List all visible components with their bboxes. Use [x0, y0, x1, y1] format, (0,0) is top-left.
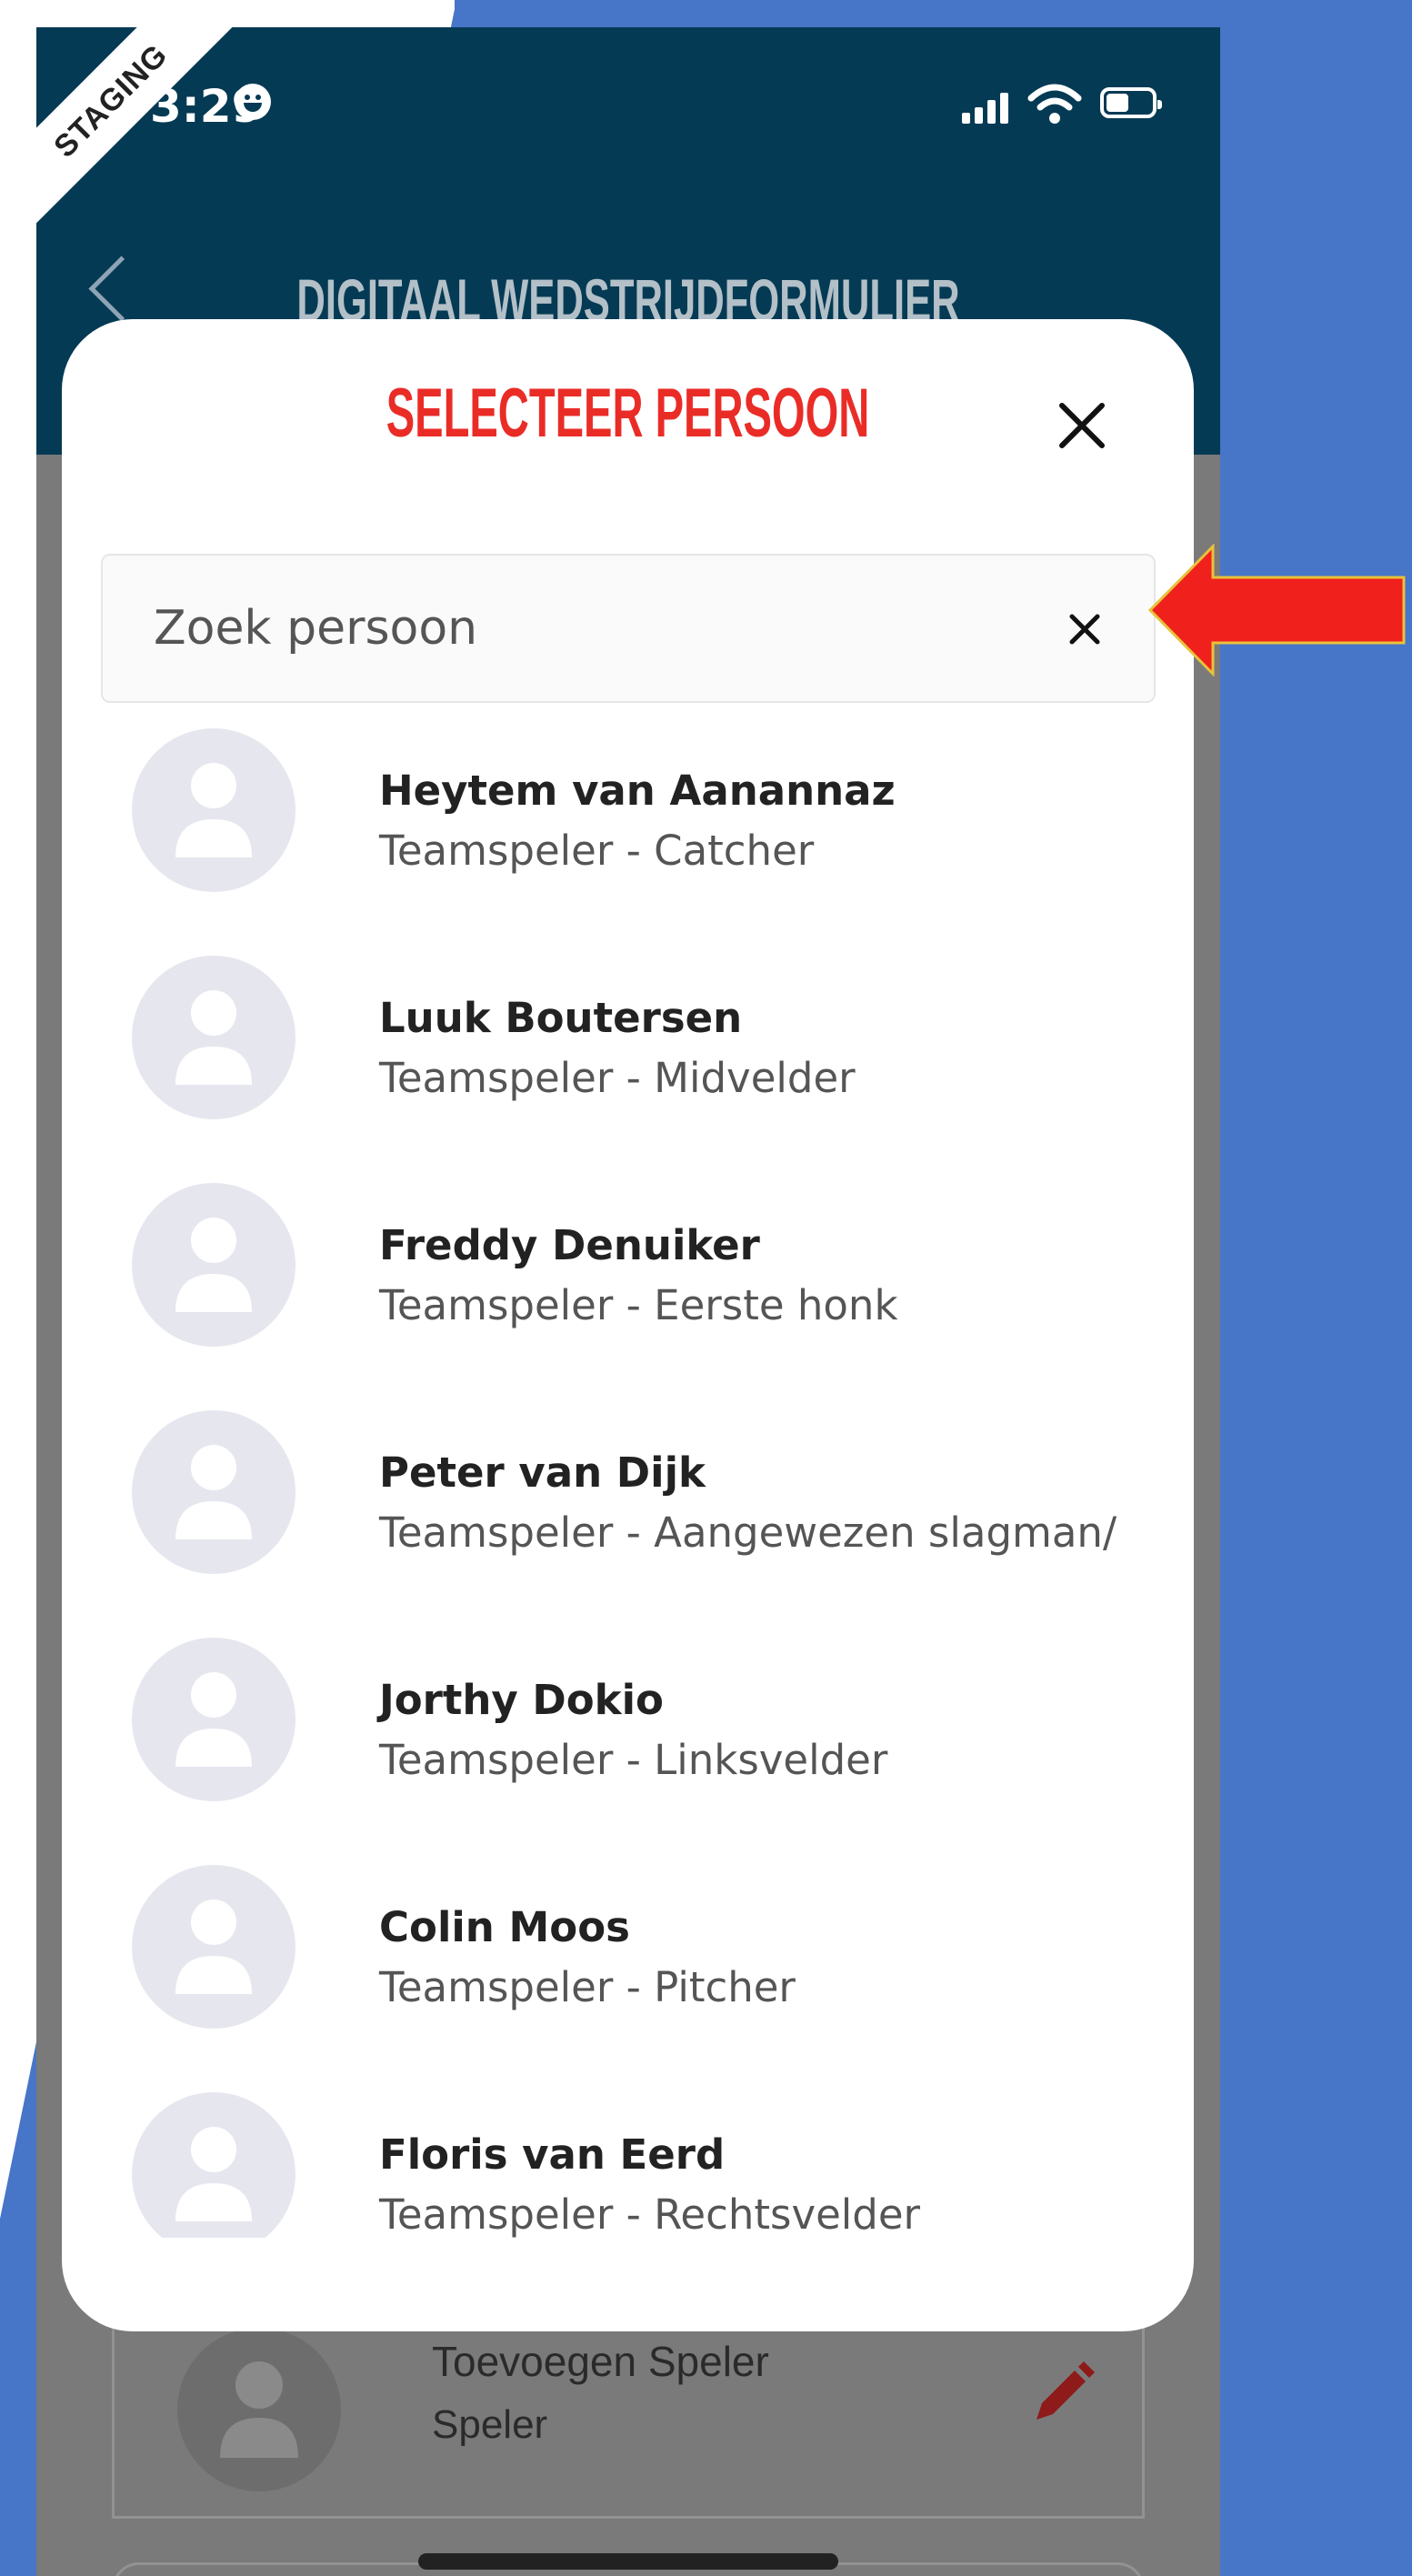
- search-input[interactable]: [103, 556, 1048, 701]
- person-name: Floris van Eerd: [379, 2130, 726, 2179]
- person-name: Jorthy Dokio: [379, 1676, 664, 1724]
- red-arrow-icon: [1147, 544, 1406, 677]
- avatar: [132, 956, 295, 1119]
- search-field[interactable]: [101, 554, 1156, 703]
- avatar: [132, 2092, 295, 2238]
- person-role: Teamspeler - Catcher: [379, 827, 815, 875]
- modal-title: SELECTEER PERSOON: [386, 375, 870, 452]
- person-name: Heytem van Aanannaz: [379, 767, 896, 815]
- list-item[interactable]: Peter van Dijk Teamspeler - Aangewezen s…: [62, 1410, 1194, 1638]
- person-role: Teamspeler - Rechtsvelder: [379, 2190, 921, 2238]
- staging-ribbon: STAGING: [36, 27, 251, 241]
- chevron-left-icon[interactable]: [88, 256, 155, 322]
- list-item[interactable]: Luuk Boutersen Teamspeler - Midvelder: [62, 956, 1194, 1183]
- avatar: [177, 2328, 341, 2491]
- user-icon: [175, 1899, 252, 1994]
- person-role: Teamspeler - Aangewezen slagman/: [379, 1509, 1117, 1557]
- wifi-icon: [1027, 84, 1082, 124]
- home-indicator[interactable]: [418, 2553, 838, 2570]
- pencil-icon[interactable]: [1026, 2358, 1098, 2431]
- close-icon[interactable]: [1053, 396, 1111, 455]
- user-icon: [175, 763, 252, 857]
- list-item[interactable]: Freddy Denuiker Teamspeler - Eerste honk: [62, 1183, 1194, 1410]
- person-name: Colin Moos: [379, 1903, 630, 1951]
- user-icon: [175, 990, 252, 1085]
- avatar: [132, 1865, 295, 2029]
- select-person-modal: SELECTEER PERSOON Heytem van Aanannaz Te…: [62, 319, 1194, 2331]
- smiley-icon: [235, 84, 271, 120]
- person-role: Teamspeler - Eerste honk: [379, 1281, 898, 1329]
- person-role: Teamspeler - Pitcher: [379, 1963, 796, 2011]
- cellular-signal-icon: [962, 93, 1008, 124]
- list-item[interactable]: Jorthy Dokio Teamspeler - Linksvelder: [62, 1638, 1194, 1865]
- user-icon: [175, 2127, 252, 2221]
- person-role: Teamspeler - Linksvelder: [379, 1736, 888, 1784]
- add-player-title: Toevoegen Speler: [432, 2338, 769, 2385]
- person-list[interactable]: Heytem van Aanannaz Teamspeler - Catcher…: [62, 728, 1194, 2238]
- avatar: [132, 1183, 295, 1347]
- clear-search-icon[interactable]: [1060, 605, 1109, 654]
- person-role: Teamspeler - Midvelder: [379, 1054, 856, 1102]
- list-item[interactable]: Colin Moos Teamspeler - Pitcher: [62, 1865, 1194, 2092]
- list-item[interactable]: Heytem van Aanannaz Teamspeler - Catcher: [62, 728, 1194, 956]
- user-icon: [175, 1672, 252, 1767]
- user-icon: [175, 1445, 252, 1539]
- battery-icon: [1100, 87, 1162, 118]
- user-icon: [220, 2361, 298, 2458]
- person-name: Freddy Denuiker: [379, 1221, 760, 1269]
- person-name: Luuk Boutersen: [379, 994, 743, 1042]
- list-item[interactable]: Floris van Eerd Teamspeler - Rechtsvelde…: [62, 2092, 1194, 2238]
- avatar: [132, 1410, 295, 1574]
- user-icon: [175, 1218, 252, 1312]
- avatar: [132, 728, 295, 892]
- add-player-subtitle: Speler: [432, 2402, 548, 2447]
- person-name: Peter van Dijk: [379, 1448, 706, 1497]
- phone-screen: 3:29 STAGING DIGITAAL WEDSTRIJDFORMULIER…: [36, 27, 1220, 2576]
- avatar: [132, 1638, 295, 1801]
